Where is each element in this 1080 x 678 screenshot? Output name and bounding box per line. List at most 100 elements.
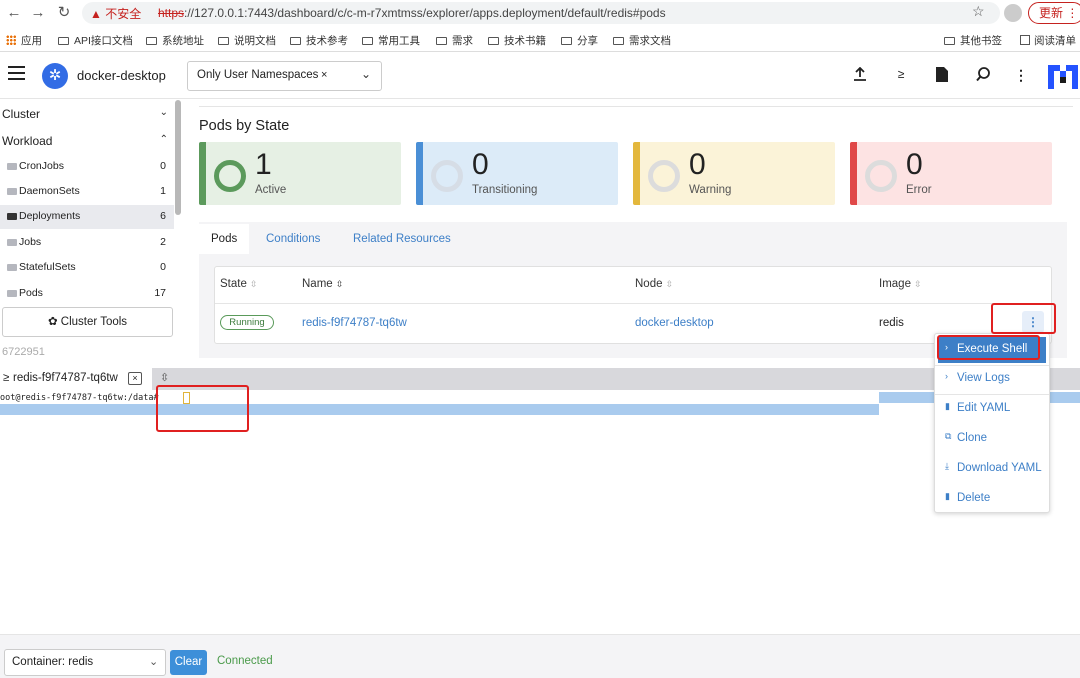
chevron-down-icon: ⌄ xyxy=(159,107,168,118)
download-icon: ⤓ xyxy=(945,461,949,471)
menu-item-delete[interactable]: ▮ Delete xyxy=(938,486,1046,512)
card-label: Transitioning xyxy=(472,184,538,196)
bookmarks-bar: 应用 API接口文档 系统地址 说明文档 技术参考 常用工具 需求 技术书籍 分… xyxy=(0,27,1080,51)
container-select-value: Container: redis xyxy=(12,656,94,668)
bookmark-folder[interactable]: API接口文档 xyxy=(58,33,133,48)
clear-button[interactable]: Clear xyxy=(170,650,207,675)
card-accent-bar xyxy=(850,142,857,205)
bookmark-other[interactable]: 其他书签 xyxy=(944,33,1002,48)
bookmark-folder[interactable]: 技术书籍 xyxy=(488,33,546,48)
folder-icon xyxy=(561,37,572,45)
annotation-box xyxy=(991,303,1056,334)
terminal-footer: Container: redis ⌄ Clear Connected xyxy=(0,634,1080,678)
sidebar-item-label: Deployments xyxy=(19,210,81,222)
sidebar-scrollbar[interactable] xyxy=(175,100,181,215)
bookmark-apps[interactable]: 应用 xyxy=(6,33,42,48)
file-icon[interactable] xyxy=(933,67,951,85)
sidebar-item-label: CronJobs xyxy=(19,160,64,172)
card-value: 1 xyxy=(255,148,272,181)
folder-icon xyxy=(613,37,624,45)
back-button[interactable]: ← xyxy=(4,3,24,23)
menu-item-download-yaml[interactable]: ⤓ Download YAML xyxy=(938,456,1046,482)
shell-icon[interactable]: ≥ xyxy=(892,67,910,81)
tab-conditions[interactable]: Conditions xyxy=(254,224,332,254)
resize-handle-icon[interactable]: ⇳ xyxy=(160,371,169,384)
node-link[interactable]: docker-desktop xyxy=(635,317,714,329)
folder-icon xyxy=(7,264,17,271)
bookmark-folder[interactable]: 技术参考 xyxy=(290,33,348,48)
menu-item-edit-yaml[interactable]: ▮ Edit YAML xyxy=(938,396,1046,422)
namespace-filter-select[interactable]: Only User Namespaces × ⌄ xyxy=(187,61,382,91)
address-bar[interactable]: ▲ 不安全 https://127.0.0.1:7443/dashboard/c… xyxy=(82,2,1000,24)
chevron-up-icon: ⌃ xyxy=(159,134,168,145)
sort-icon: ⇳ xyxy=(249,279,258,289)
sort-icon: ⇳ xyxy=(913,279,922,289)
sidebar-item-statefulsets[interactable]: StatefulSets 0 xyxy=(0,256,174,280)
cluster-name[interactable]: docker-desktop xyxy=(77,68,166,83)
folder-icon xyxy=(7,163,17,170)
security-warning[interactable]: ▲ 不安全 xyxy=(90,5,141,22)
card-label: Error xyxy=(906,184,932,196)
card-accent-bar xyxy=(416,142,423,205)
sidebar-item-daemonsets[interactable]: DaemonSets 1 xyxy=(0,180,174,204)
bookmark-folder[interactable]: 需求 xyxy=(436,33,473,48)
folder-icon xyxy=(218,37,229,45)
search-icon[interactable] xyxy=(974,67,992,85)
tab-related-resources[interactable]: Related Resources xyxy=(341,224,463,254)
reload-button[interactable]: ↻ xyxy=(54,3,74,23)
pods-table: State ⇳ Name ⇳ Node ⇳ Image ⇳ Running redis-… xyxy=(214,266,1052,344)
state-card-active: 1 Active xyxy=(199,142,401,205)
column-header-image[interactable]: Image ⇳ xyxy=(879,278,922,290)
sidebar-group-label: Workload xyxy=(2,134,53,148)
menu-item-view-logs[interactable]: › View Logs xyxy=(938,366,1046,392)
close-icon[interactable]: × xyxy=(128,372,142,385)
forward-button[interactable]: → xyxy=(28,3,48,23)
sidebar-group-label: Cluster xyxy=(2,107,41,121)
container-select[interactable]: Container: redis ⌄ xyxy=(4,649,166,676)
bookmark-folder[interactable]: 分享 xyxy=(561,33,598,48)
sidebar-item-pods[interactable]: Pods 17 xyxy=(0,282,174,306)
donut-icon xyxy=(648,160,680,192)
chevron-down-icon[interactable]: ⌄ xyxy=(361,67,371,81)
pod-name-link[interactable]: redis-f9f74787-tq6tw xyxy=(302,317,407,329)
bookmark-star-icon[interactable]: ☆ xyxy=(972,3,985,20)
sidebar-group-cluster[interactable]: Cluster ⌄ xyxy=(2,107,172,121)
hamburger-menu-icon[interactable] xyxy=(8,66,25,84)
bookmark-folder[interactable]: 需求文档 xyxy=(613,33,671,48)
folder-icon xyxy=(7,290,17,297)
donut-icon xyxy=(214,160,246,192)
menu-item-clone[interactable]: ⧉ Clone xyxy=(938,426,1046,452)
sidebar-item-label: Pods xyxy=(19,287,43,299)
remove-chip-icon[interactable]: × xyxy=(321,69,327,81)
profile-avatar[interactable] xyxy=(1004,4,1022,22)
menu-item-label: View Logs xyxy=(957,372,1010,384)
column-header-name[interactable]: Name ⇳ xyxy=(302,278,343,290)
column-header-node[interactable]: Node ⇳ xyxy=(635,278,673,290)
column-header-state[interactable]: State ⇳ xyxy=(220,278,257,290)
more-vertical-icon[interactable]: ⋮ xyxy=(1012,67,1030,84)
bookmark-folder[interactable]: 常用工具 xyxy=(362,33,420,48)
card-accent-bar xyxy=(633,142,640,205)
divider xyxy=(199,106,1073,107)
reading-list-icon xyxy=(1020,35,1030,45)
tab-pods[interactable]: Pods xyxy=(199,224,250,254)
browser-update-button[interactable]: 更新 ⋮ xyxy=(1028,2,1080,24)
folder-icon xyxy=(488,37,499,45)
cluster-tools-button[interactable]: ✿ Cluster Tools xyxy=(2,307,173,337)
sidebar-group-workload[interactable]: Workload ⌃ xyxy=(2,134,172,148)
upload-icon[interactable] xyxy=(851,66,869,85)
app-header: ✲ docker-desktop Only User Namespaces × … xyxy=(0,53,1080,99)
sidebar-item-cronjobs[interactable]: CronJobs 0 xyxy=(0,155,174,179)
file-icon: ▮ xyxy=(945,401,950,411)
card-label: Warning xyxy=(689,184,732,196)
url-text[interactable]: https://127.0.0.1:7443/dashboard/c/c-m-r… xyxy=(158,6,666,20)
reading-list[interactable]: 阅读清单 xyxy=(1020,33,1076,48)
donut-icon xyxy=(431,160,463,192)
terminal-tab[interactable]: ≥ redis-f9f74787-tq6tw × xyxy=(0,368,152,390)
sidebar-item-deployments[interactable]: Deployments 6 xyxy=(0,205,174,229)
address-row: ← → ↻ ▲ 不安全 https://127.0.0.1:7443/dashb… xyxy=(0,0,1080,26)
bookmark-folder[interactable]: 系统地址 xyxy=(146,33,204,48)
bookmark-folder[interactable]: 说明文档 xyxy=(218,33,276,48)
sidebar-item-jobs[interactable]: Jobs 2 xyxy=(0,231,174,255)
url-path: ://127.0.0.1:7443/dashboard/c/c-m-r7xmtm… xyxy=(184,6,666,20)
